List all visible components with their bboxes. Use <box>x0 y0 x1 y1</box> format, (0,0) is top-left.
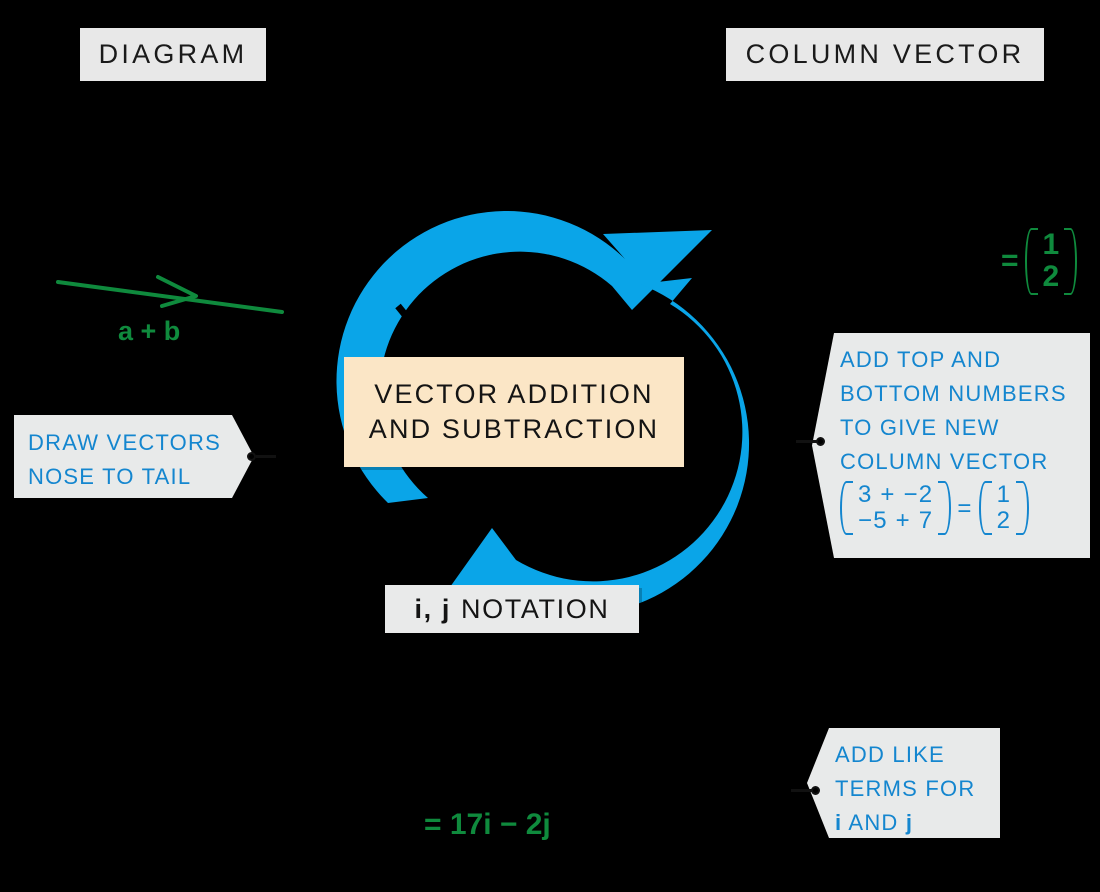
tag-add-top-bottom[interactable]: ADD TOP AND BOTTOM NUMBERS TO GIVE NEW C… <box>812 333 1090 558</box>
column-vector-result-bottom: 2 <box>1042 260 1060 294</box>
header-diagram-label: DIAGRAM <box>98 39 248 69</box>
tag-add-top-bottom-line4: COLUMN VECTOR <box>840 449 1049 475</box>
tag-add-top-bottom-line3: TO GIVE NEW <box>840 415 1000 441</box>
eq-right-vector-top: 1 <box>996 481 1012 509</box>
tag-add-like-terms-line2: TERMS FOR <box>835 776 976 802</box>
paren-right-icon <box>1064 228 1078 295</box>
node-ij-notation[interactable]: i, j NOTATION <box>385 585 639 633</box>
tag-string-left <box>256 455 276 458</box>
tag-string-bottom <box>791 789 813 792</box>
eq-paren-left-2-icon <box>978 481 992 536</box>
tag-add-top-bottom-line1: ADD TOP AND <box>840 347 1002 372</box>
header-plate-column-vector: COLUMN VECTOR <box>726 28 1044 81</box>
tag-add-like-terms-line3: i AND j <box>835 806 994 838</box>
eq-left-vector-top: 3 + −2 <box>858 481 934 509</box>
tag-draw-vectors-line1: DRAW VECTORS <box>28 430 221 455</box>
eq-paren-left-1-icon <box>840 481 853 536</box>
centre-topic-line2: AND SUBTRACTION <box>368 414 660 444</box>
tag-draw-vectors[interactable]: DRAW VECTORS NOSE TO TAIL <box>14 415 254 498</box>
tag-add-like-terms-and: AND <box>842 810 906 836</box>
column-vector-result: = 1 2 <box>995 228 1078 295</box>
ij-result: = 17i − 2j <box>424 808 551 841</box>
diagram-canvas: DIAGRAM COLUMN VECTOR VECTOR ADDITION AN… <box>0 0 1100 892</box>
eq-equals: = <box>957 494 973 522</box>
vector-arrow-icon <box>50 270 290 320</box>
paren-left-icon <box>1024 228 1038 295</box>
header-plate-diagram: DIAGRAM <box>80 28 266 81</box>
column-vector-result-equals: = <box>1001 244 1019 278</box>
eq-left-vector-bottom: −5 + 7 <box>858 507 934 535</box>
tag-add-like-terms[interactable]: ADD LIKE TERMS FOR i AND j <box>807 728 1000 838</box>
centre-topic-line1: VECTOR ADDITION <box>374 378 654 409</box>
tag-add-top-bottom-equation: 3 + −2 −5 + 7 = 1 2 <box>840 481 1084 536</box>
header-column-vector-label: COLUMN VECTOR <box>745 39 1025 69</box>
ij-notation-bold: i, j <box>414 593 452 624</box>
tag-add-top-bottom-line2: BOTTOM NUMBERS <box>840 381 1067 407</box>
tag-draw-vectors-line2: NOSE TO TAIL <box>28 464 192 490</box>
eq-paren-right-1-icon <box>938 481 952 536</box>
eq-right-vector-bottom: 2 <box>996 507 1012 535</box>
tag-string-right <box>796 440 818 443</box>
ij-notation-label: NOTATION <box>461 593 610 624</box>
vector-sum-label: a + b <box>118 316 181 346</box>
tag-add-like-terms-line1: ADD LIKE <box>835 742 945 767</box>
eq-paren-right-2-icon <box>1016 481 1030 536</box>
column-vector-result-top: 1 <box>1042 228 1060 261</box>
centre-topic-box: VECTOR ADDITION AND SUBTRACTION <box>344 357 684 467</box>
tag-hole-icon-left <box>247 452 256 461</box>
tag-add-like-terms-j: j <box>905 810 914 836</box>
